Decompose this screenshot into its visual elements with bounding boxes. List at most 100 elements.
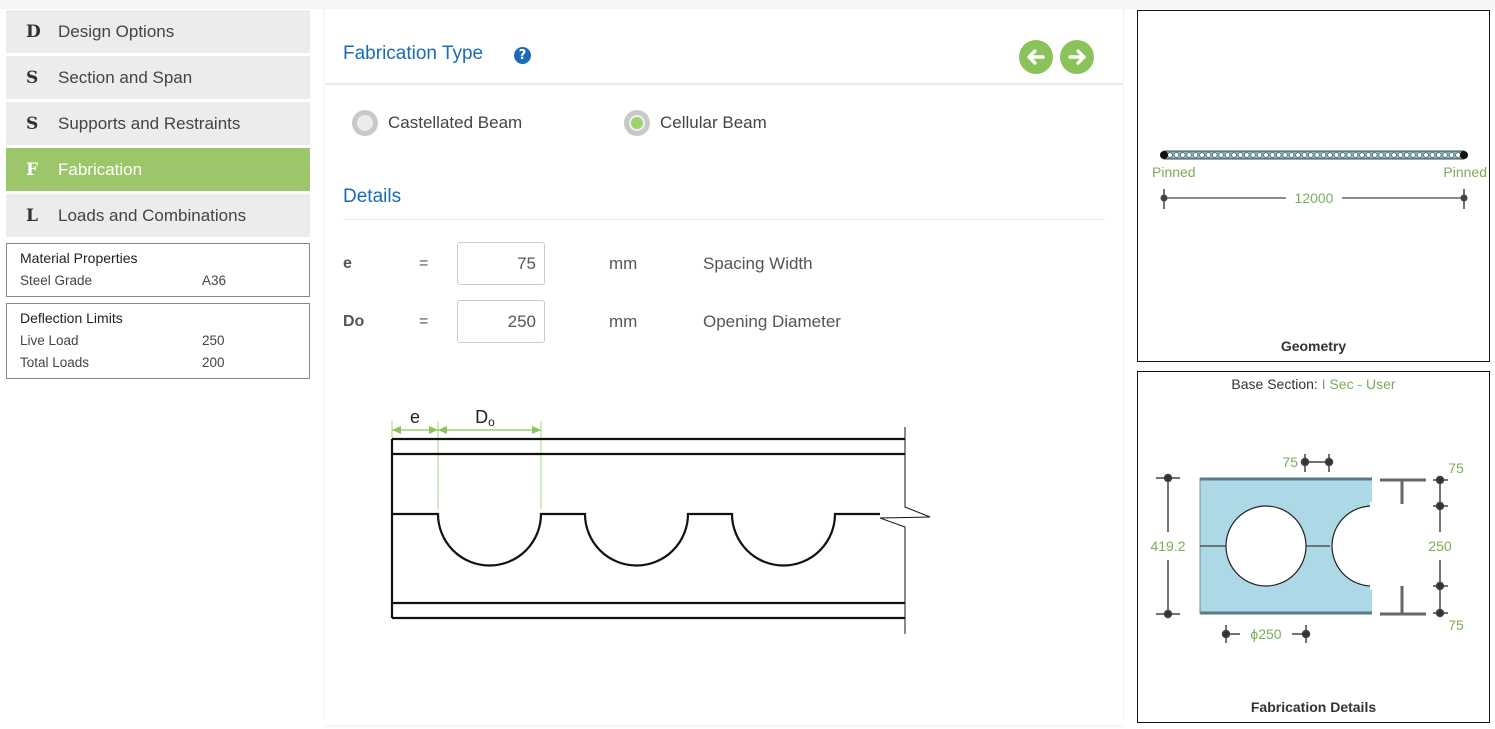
right-support-node [1460,151,1468,159]
cellular-beam-option[interactable]: Cellular Beam [624,110,767,136]
beam-opening [1353,152,1359,158]
total-loads-label: Total Loads [20,355,90,370]
beam-opening [1256,152,1263,158]
arrow-right-icon [1068,49,1086,65]
sidebar-item-label: Design Options [58,21,175,41]
dimension-lines: e Do [391,407,542,509]
sidebar-item-fabrication[interactable]: F Fabrication [6,148,310,191]
beam-opening [1301,152,1307,158]
fabrication-section-diagram: 75 419.2 ϕ250 75 250 75 [1150,454,1464,643]
beam-opening [1199,152,1205,158]
beam-opening [1417,152,1423,158]
material-properties-title: Material Properties [20,250,138,266]
deflection-limits-box: Deflection Limits Live Load 250 Total Lo… [6,303,310,379]
field-symbol: e [343,254,352,272]
beam-opening [1410,152,1416,158]
beam-opening [1224,152,1231,158]
sidebar-item-section-and-span[interactable]: S Section and Span [6,56,310,99]
beam-opening [1295,152,1301,158]
deflection-row: Live Load 250 [20,330,296,352]
opening-diameter-row: Do = mm Opening Diameter [343,300,841,343]
beam-opening [1455,152,1461,158]
next-button[interactable] [1060,40,1094,74]
field-symbol: Do [343,312,365,330]
web-dim-label: 250 [1428,538,1452,554]
divider [343,219,1105,220]
main-border-right [1123,9,1124,719]
beam-opening [1404,152,1410,158]
arrow-left-icon [1027,49,1045,65]
sidebar-item-loads-and-combinations[interactable]: L Loads and Combinations [6,194,310,237]
beam-opening [1340,152,1346,158]
fabrication-details-panel: Base Section: I Sec - User 75 419.2 ϕ250… [1137,371,1490,723]
sidebar-item-letter: F [26,159,39,180]
beam-opening [1442,152,1448,158]
beam-opening [1269,152,1275,158]
beam-opening [1346,152,1352,158]
beam-opening [1218,152,1224,158]
beam-opening [1321,152,1327,158]
equals-sign: = [419,254,429,272]
beam-outline [390,437,905,620]
beam-opening [1282,152,1288,158]
beam-opening [1167,152,1173,158]
radio-label: Castellated Beam [388,113,523,132]
spacing-width-row: e = mm Spacing Width [343,242,813,285]
sidebar-item-design-options[interactable]: D Design Options [6,10,310,53]
live-load-label: Live Load [20,333,79,348]
sidebar: D Design Options S Section and Span S Su… [6,10,310,379]
radio-label: Cellular Beam [660,113,767,132]
beam-opening [1378,152,1384,158]
page-title: Fabrication Type [343,43,484,64]
field-description: Spacing Width [703,253,813,273]
previous-button[interactable] [1019,40,1053,74]
castellated-beam-option[interactable]: Castellated Beam [352,110,522,136]
geometry-diagram: Pinned Pinned 12000 [1152,150,1487,209]
beam-opening [1231,152,1237,158]
section-header: Fabrication Type ? [325,9,1123,85]
sidebar-item-label: Loads and Combinations [58,205,247,225]
sidebar-item-letter: L [26,205,38,226]
deflection-row: Total Loads 200 [20,352,296,374]
e-label: e [410,407,420,427]
beam-opening [1186,152,1192,158]
main-border-left [323,9,324,719]
equals-sign: = [419,312,429,330]
geometry-panel: Pinned Pinned 12000 Geometry [1137,10,1490,362]
diameter-dim-label: ϕ250 [1250,626,1281,642]
field-description: Opening Diameter [703,311,841,331]
beam-opening [1205,152,1211,158]
radio-button[interactable] [352,110,378,136]
spacing-width-input[interactable] [457,242,545,285]
beam-opening [1192,152,1199,158]
do-label: Do [475,407,495,429]
sidebar-item-label: Fabrication [58,159,143,179]
beam-opening [1244,152,1250,158]
question-circle-icon[interactable]: ? [514,47,531,64]
bottom-flange-dim-label: 75 [1448,617,1464,633]
material-properties-box: Material Properties Steel Grade A36 [6,243,310,297]
top-flange-dim-label: 75 [1448,460,1464,476]
live-load-value: 250 [202,333,225,348]
beam-opening [1263,152,1269,158]
deflection-limits-title: Deflection Limits [20,310,123,326]
beam-opening [1359,152,1365,158]
opening-diameter-input[interactable] [457,300,545,343]
tee-sections [1380,478,1426,616]
steel-grade-value: A36 [202,273,227,288]
radio-button-checked[interactable] [624,110,650,136]
beam-opening [1391,152,1397,158]
app-root: D Design Options S Section and Span S Su… [0,9,1495,729]
total-loads-value: 200 [202,355,225,370]
beam-opening [1333,152,1339,158]
beam-opening [1429,152,1436,158]
beam-opening [1372,152,1378,158]
sidebar-item-label: Section and Span [58,67,193,87]
steel-grade-label: Steel Grade [20,273,93,288]
sidebar-item-supports-and-restraints[interactable]: S Supports and Restraints [6,102,310,145]
beam-opening [1365,152,1371,158]
beam-opening [1212,152,1218,158]
beam-opening [1308,152,1314,158]
beam-opening [1449,152,1455,158]
field-unit: mm [609,253,638,273]
